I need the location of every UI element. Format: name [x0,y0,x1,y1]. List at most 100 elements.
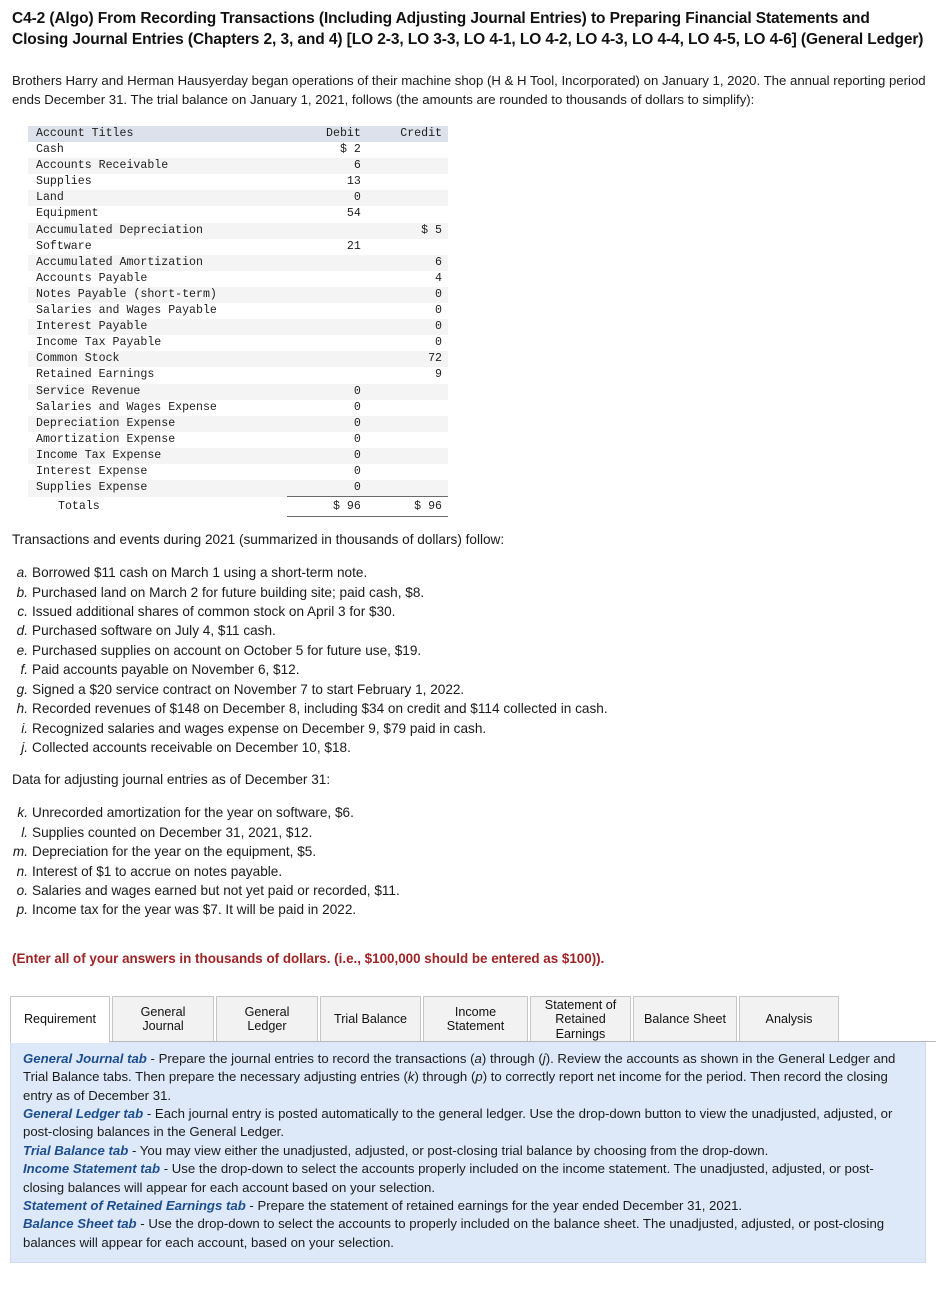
credit-cell [367,432,448,448]
instruction-text: - Each journal entry is posted automatic… [23,1105,893,1140]
answer-units-note: (Enter all of your answers in thousands … [12,950,605,966]
account-title-cell: Accumulated Depreciation [28,222,288,239]
debit-cell: 0 [287,190,367,207]
intro-paragraph: Brothers Harry and Herman Hausyerday beg… [12,73,926,107]
debit-cell [287,335,367,351]
tab-balance-sheet[interactable]: Balance Sheet [633,995,737,1042]
account-title-cell: Software [36,239,92,253]
column-header-credit: Credit [366,126,448,143]
instruction-text: through [418,1069,471,1085]
account-title-cell: Retained Earnings [36,368,155,382]
list-item: p. Income tax for the year was $7. It wil… [10,900,926,919]
debit-cell: 54 [346,207,361,221]
transaction-text: Signed a $20 service contract on Novembe… [32,681,465,697]
debit-cell: 0 [287,447,367,464]
trial-balance-head: Account Titles Debit Credit [28,126,448,143]
trial-balance-header-row: Account Titles Debit Credit [28,126,448,143]
debit-cell: 0 [287,480,367,497]
tab-bar-underline [10,1040,936,1042]
table-row: Accumulated Amortization 6 [28,254,448,271]
account-title-cell: Equipment [36,207,99,221]
column-header-debit: Debit [287,126,367,143]
table-row: Common Stock 72 [28,351,448,368]
credit-cell [367,142,448,158]
tab-label: Analysis [765,1012,813,1026]
table-row: Retained Earnings 9 [28,367,448,383]
credit-cell [366,447,448,464]
instruction-paragraph: Trial Balance tab - You may view either … [23,1142,913,1160]
adjusting-entry-text: Unrecorded amortization for the year on … [32,805,354,821]
account-title-cell: Interest Payable [28,319,288,336]
tab-label: General Journal [140,1004,186,1034]
transaction-text: Borrowed $11 cash on March 1 using a sho… [32,565,368,581]
credit-cell [366,190,448,207]
adjusting-entry-marker: n. [16,863,28,879]
adjusting-entries-heading: Data for adjusting journal entries as of… [12,772,331,788]
tab-income-statement[interactable]: Income Statement [423,995,528,1042]
table-row: Salaries and Wages Expense 0 [28,400,448,416]
list-item: b. Purchased land on March 2 for future b… [10,583,926,602]
debit-cell: 0 [353,400,361,414]
transactions-heading: Transactions and events during 2021 (sum… [12,532,505,548]
account-title-cell: Interest Expense [36,464,148,478]
credit-cell: 0 [366,319,448,336]
instruction-paragraph: General Ledger tab - Each journal entry … [23,1105,913,1142]
tab-analysis[interactable]: Analysis [739,995,839,1042]
credit-cell [367,174,448,190]
table-row: Depreciation Expense 0 [28,415,448,432]
account-title-cell: Accumulated Amortization [28,254,288,271]
instruction-text: - Prepare the journal entries to record … [146,1050,471,1066]
account-title-cell: Income Tax Expense [28,447,288,464]
instruction-paragraph: Balance Sheet tab - Use the drop-down to… [23,1215,913,1252]
list-item: d. Purchased software on July 4, $11 cash… [10,621,926,640]
adjusting-entry-text: Interest of $1 to accrue on notes payabl… [32,863,283,879]
credit-cell [367,464,448,480]
transaction-marker: g. [16,681,28,697]
instruction-paragraph: Income Statement tab - Use the drop-down… [23,1160,913,1197]
table-row: Service Revenue 0 [28,383,448,400]
credit-cell [367,400,448,416]
debit-cell: 13 [346,175,361,189]
account-title-cell: Land [28,190,288,207]
list-item: m. Depreciation for the year on the equip… [10,842,926,861]
list-item: e. Purchased supplies on account on Octob… [10,641,926,660]
credit-cell: 72 [366,351,448,368]
tab-bar[interactable]: Requirement General Journal General Ledger… [10,994,936,1043]
table-row: Income Tax Payable 0 [28,335,448,351]
totals-credit: $ 96 [366,496,448,518]
list-item: i. Recognized salaries and wages expense … [10,719,926,738]
table-row: Accounts Receivable 6 [28,158,448,175]
tab-label: General Ledger [244,1004,290,1034]
credit-cell: 9 [435,368,442,382]
adjusting-entry-marker: l. [21,824,28,840]
table-row: Cash $ 2 [28,142,448,158]
tab-general-ledger[interactable]: General Ledger [216,995,318,1042]
transaction-text: Recognized salaries and wages expense on… [32,720,487,736]
tab-label: Statement of Retained Earnings [544,997,617,1041]
transaction-marker: j. [21,739,28,755]
transactions-list: a. Borrowed $11 cash on March 1 using a s… [10,563,926,757]
list-item: n. Interest of $1 to accrue on notes paya… [10,862,926,881]
tab-statement-of-retained-earnings[interactable]: Statement of Retained Earnings [530,995,631,1042]
adjusting-entry-marker: p. [16,902,28,918]
list-item: o. Salaries and wages earned but not yet … [10,881,926,900]
tab-trial-balance[interactable]: Trial Balance [320,995,421,1042]
credit-cell [366,415,448,432]
transaction-ref: k [407,1069,415,1085]
credit-cell: 0 [435,336,442,350]
debit-cell [287,351,367,368]
account-title-cell: Salaries and Wages Expense [36,400,217,414]
account-title-cell: Salaries and Wages Payable [36,304,217,318]
table-row: Equipment 54 [28,206,448,222]
adjusting-entry-text: Depreciation for the year on the equipme… [32,844,317,860]
column-header-account-titles: Account Titles [28,126,288,143]
tab-general-journal[interactable]: General Journal [112,995,214,1042]
account-title-cell: Accounts Payable [36,271,148,285]
totals-row: Totals $ 96 $ 96 [28,496,448,518]
table-row: Salaries and Wages Payable 0 [28,303,448,319]
adjusting-entry-text: Income tax for the year was $7. It will … [32,902,357,918]
transaction-text: Purchased land on March 2 for future bui… [32,584,425,600]
tab-requirement[interactable]: Requirement [10,995,110,1043]
instruction-lead: General Ledger tab [23,1105,144,1121]
list-item: l. Supplies counted on December 31, 2021,… [10,823,926,842]
